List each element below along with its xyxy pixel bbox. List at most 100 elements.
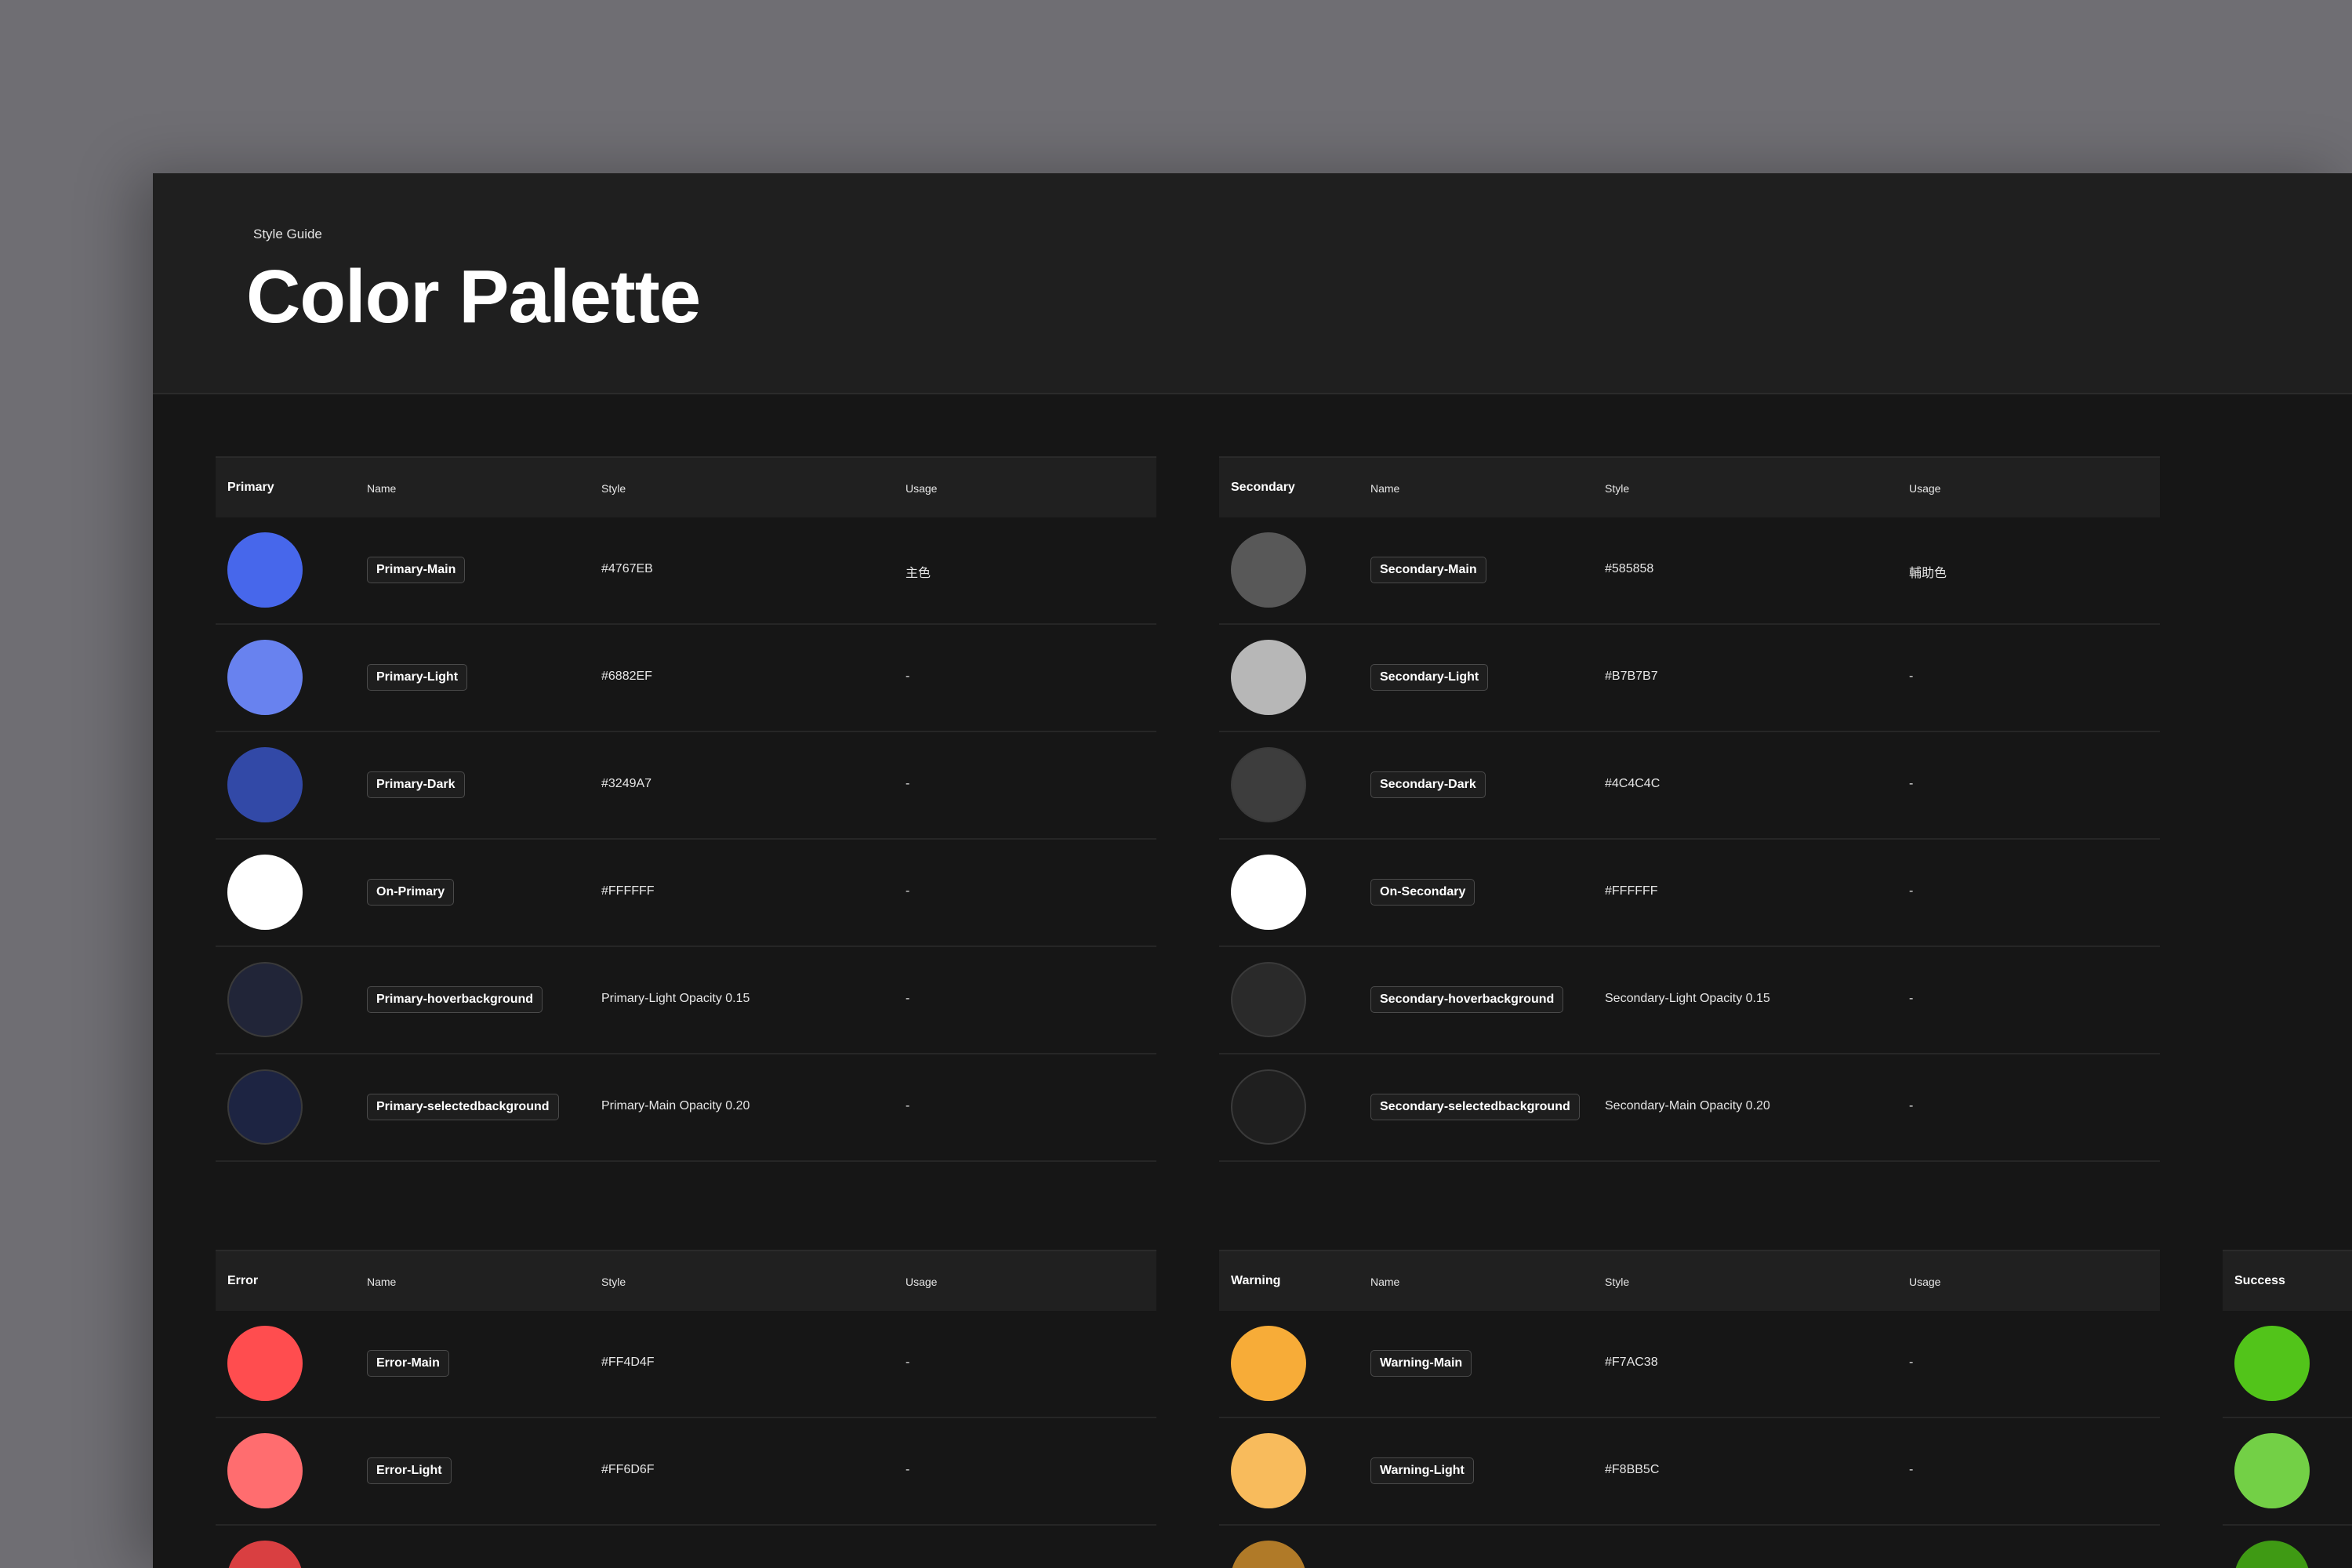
color-row-primary-selectedbackground: Primary-selectedbackground Primary-Main … xyxy=(216,1054,1156,1162)
column-header-style: Style xyxy=(601,482,626,495)
color-swatch xyxy=(2234,1326,2310,1401)
color-name-chip[interactable]: Secondary-hoverbackground xyxy=(1370,986,1564,1013)
color-name-chip[interactable]: Error-Light xyxy=(367,1457,452,1484)
color-swatch xyxy=(1231,1069,1306,1145)
color-swatch xyxy=(227,855,303,930)
warning-table: Warning Name Style Usage Warning-Main #F… xyxy=(1219,1250,2160,1568)
color-swatch xyxy=(227,1433,303,1508)
error-table: Error Name Style Usage Error-Main #FF4D4… xyxy=(216,1250,1156,1568)
color-name-chip[interactable]: Secondary-Light xyxy=(1370,664,1489,691)
column-header-usage: Usage xyxy=(1909,482,1941,495)
color-row-error-light: Error-Light #FF6D6F - xyxy=(216,1418,1156,1526)
column-header-style: Style xyxy=(1605,482,1630,495)
color-usage-value: 主色 xyxy=(906,567,931,580)
color-row-warning-main: Warning-Main #F7AC38 - xyxy=(1219,1311,2160,1418)
page-header: Style Guide Color Palette xyxy=(153,173,2352,394)
color-usage-value: - xyxy=(1909,1099,1914,1112)
color-name-chip[interactable]: Warning-Main xyxy=(1370,1350,1472,1377)
color-usage-value: - xyxy=(906,1463,910,1476)
color-row-error-dark xyxy=(216,1526,1156,1568)
color-swatch xyxy=(227,1326,303,1401)
column-header-usage: Usage xyxy=(906,482,938,495)
color-style-value: #FF4D4F xyxy=(601,1356,655,1369)
color-row-on-secondary: On-Secondary #FFFFFF - xyxy=(1219,840,2160,947)
column-header-name: Name xyxy=(1370,482,1400,495)
color-name-chip[interactable]: Primary-hoverbackground xyxy=(367,986,543,1013)
color-usage-value: - xyxy=(1909,1463,1914,1476)
color-row-on-primary: On-Primary #FFFFFF - xyxy=(216,840,1156,947)
color-name-chip[interactable]: Error-Main xyxy=(367,1350,449,1377)
page-eyebrow: Style Guide xyxy=(253,227,322,241)
color-name-chip[interactable]: Primary-Dark xyxy=(367,771,465,798)
color-name-chip[interactable]: Primary-Light xyxy=(367,664,468,691)
color-usage-value: - xyxy=(906,670,910,683)
color-swatch xyxy=(1231,1433,1306,1508)
color-name-chip[interactable]: On-Secondary xyxy=(1370,879,1475,906)
color-row-secondary-dark: Secondary-Dark #4C4C4C - xyxy=(1219,732,2160,840)
color-swatch xyxy=(1231,1541,1306,1568)
color-row-secondary-main: Secondary-Main #585858 輔助色 xyxy=(1219,517,2160,625)
color-swatch xyxy=(227,640,303,715)
column-header-style: Style xyxy=(1605,1276,1630,1288)
color-style-value: #F8BB5C xyxy=(1605,1463,1660,1476)
color-row-primary-main: Primary-Main #4767EB 主色 xyxy=(216,517,1156,625)
color-style-value: #B7B7B7 xyxy=(1605,670,1658,683)
color-row-primary-hoverbackground: Primary-hoverbackground Primary-Light Op… xyxy=(216,947,1156,1054)
color-name-chip[interactable]: Secondary-Main xyxy=(1370,557,1486,583)
color-name-chip[interactable]: Secondary-Dark xyxy=(1370,771,1486,798)
color-swatch xyxy=(1231,747,1306,822)
color-swatch xyxy=(2234,1433,2310,1508)
secondary-table: Secondary Name Style Usage Secondary-Mai… xyxy=(1219,456,2160,1162)
color-row-success-dark xyxy=(2223,1526,2352,1568)
success-table: Success xyxy=(2223,1250,2352,1568)
color-style-value: #585858 xyxy=(1605,562,1654,575)
color-swatch xyxy=(227,747,303,822)
color-usage-value: - xyxy=(1909,777,1914,790)
color-swatch xyxy=(227,532,303,608)
color-usage-value: - xyxy=(1909,1356,1914,1369)
color-style-value: #FFFFFF xyxy=(1605,884,1658,898)
color-style-value: Secondary-Main Opacity 0.20 xyxy=(1605,1099,1770,1112)
color-name-chip[interactable]: Primary-selectedbackground xyxy=(367,1094,559,1120)
page-title: Color Palette xyxy=(246,255,701,339)
color-style-value: #4767EB xyxy=(601,562,653,575)
color-usage-value: - xyxy=(906,1099,910,1112)
primary-table: Primary Name Style Usage Primary-Main #4… xyxy=(216,456,1156,1162)
color-row-secondary-selectedbackground: Secondary-selectedbackground Secondary-M… xyxy=(1219,1054,2160,1162)
color-usage-value: - xyxy=(1909,670,1914,683)
color-row-primary-dark: Primary-Dark #3249A7 - xyxy=(216,732,1156,840)
color-usage-value: - xyxy=(906,1356,910,1369)
column-header-usage: Usage xyxy=(906,1276,938,1288)
color-style-value: Primary-Main Opacity 0.20 xyxy=(601,1099,750,1112)
color-usage-value: 輔助色 xyxy=(1909,567,1947,580)
color-swatch xyxy=(1231,855,1306,930)
table-header: Primary Name Style Usage xyxy=(216,456,1156,517)
color-row-secondary-hoverbackground: Secondary-hoverbackground Secondary-Ligh… xyxy=(1219,947,2160,1054)
group-title-error: Error xyxy=(227,1274,259,1287)
color-usage-value: - xyxy=(1909,884,1914,898)
color-name-chip[interactable]: Secondary-selectedbackground xyxy=(1370,1094,1580,1120)
color-style-value: #4C4C4C xyxy=(1605,777,1661,790)
color-name-chip[interactable]: Primary-Main xyxy=(367,557,466,583)
group-title-success: Success xyxy=(2234,1274,2285,1287)
color-style-value: #F7AC38 xyxy=(1605,1356,1658,1369)
column-header-usage: Usage xyxy=(1909,1276,1941,1288)
group-title-secondary: Secondary xyxy=(1231,481,1295,494)
group-title-warning: Warning xyxy=(1231,1274,1281,1287)
color-swatch xyxy=(227,1541,303,1568)
color-style-value: #3249A7 xyxy=(601,777,652,790)
color-usage-value: - xyxy=(1909,992,1914,1005)
color-swatch xyxy=(1231,640,1306,715)
column-header-name: Name xyxy=(1370,1276,1400,1288)
table-header: Warning Name Style Usage xyxy=(1219,1250,2160,1311)
color-name-chip[interactable]: Warning-Light xyxy=(1370,1457,1474,1484)
color-swatch xyxy=(1231,962,1306,1037)
color-name-chip[interactable]: On-Primary xyxy=(367,879,455,906)
color-row-error-main: Error-Main #FF4D4F - xyxy=(216,1311,1156,1418)
color-style-value: Primary-Light Opacity 0.15 xyxy=(601,992,750,1005)
color-row-success-light xyxy=(2223,1418,2352,1526)
color-swatch xyxy=(1231,532,1306,608)
table-header: Success xyxy=(2223,1250,2352,1311)
color-usage-value: - xyxy=(906,884,910,898)
color-usage-value: - xyxy=(906,992,910,1005)
